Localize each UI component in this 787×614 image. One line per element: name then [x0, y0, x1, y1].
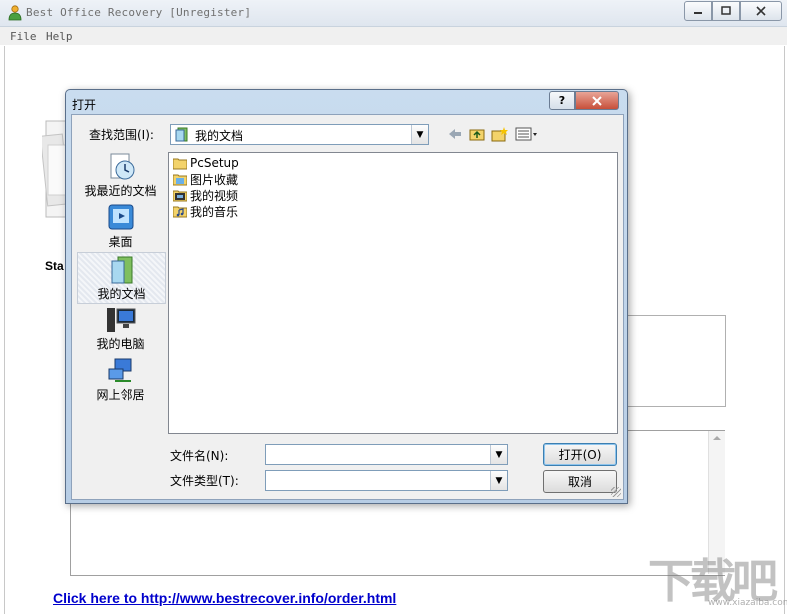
close-icon [756, 6, 766, 16]
place-label: 网上邻居 [96, 388, 145, 402]
desktop-icon [108, 204, 134, 230]
view-list-icon [515, 127, 537, 141]
watermark-url: www.xiazaiba.com [708, 598, 787, 608]
file-name: 我的视频 [190, 188, 239, 203]
dialog-help-button[interactable]: ? [549, 91, 575, 110]
open-file-dialog: 打开 ? 查找范围(I): 我的文档 ▼ 我最近的文档 桌面 我的文档 我的电脑… [65, 89, 628, 504]
dialog-title: 打开 [72, 98, 97, 112]
places-bar: 我最近的文档 桌面 我的文档 我的电脑 网上邻居 [77, 150, 166, 415]
app-user-icon [8, 5, 22, 21]
close-icon [592, 95, 602, 106]
lookin-label: 查找范围(I): [89, 128, 154, 142]
place-my-documents[interactable]: 我的文档 [77, 252, 166, 304]
list-item[interactable]: PcSetup [173, 155, 239, 171]
view-menu-button[interactable] [514, 126, 540, 142]
recent-documents-icon [110, 153, 135, 180]
place-my-computer[interactable]: 我的电脑 [77, 303, 164, 353]
chevron-down-icon: ▼ [490, 445, 507, 464]
maximize-button[interactable] [712, 1, 740, 21]
dialog-close-button[interactable] [575, 91, 619, 110]
open-button[interactable]: 打开(O) [543, 443, 617, 466]
filename-label: 文件名(N): [170, 449, 229, 463]
music-folder-icon [173, 206, 187, 217]
window-title: Best Office Recovery [Unregister] [26, 6, 252, 19]
my-documents-icon [111, 256, 133, 284]
file-name: 我的音乐 [190, 204, 239, 219]
folder-icon [173, 158, 187, 169]
up-folder-button[interactable] [468, 126, 486, 142]
main-titlebar: Best Office Recovery [Unregister] [0, 0, 787, 27]
resize-grip[interactable] [611, 487, 621, 497]
background-panel [624, 315, 726, 407]
lookin-value: 我的文档 [195, 129, 244, 143]
place-label: 我的电脑 [96, 337, 145, 351]
network-places-icon [108, 358, 132, 382]
my-computer-icon [107, 308, 136, 332]
list-item[interactable]: 图片收藏 [173, 171, 238, 187]
maximize-icon [721, 6, 731, 15]
list-item[interactable]: 我的视频 [173, 187, 238, 203]
filetype-select[interactable]: ▼ [265, 470, 508, 491]
place-label: 桌面 [108, 235, 133, 249]
file-name: PcSetup [190, 156, 239, 170]
filetype-label: 文件类型(T): [170, 474, 239, 488]
new-folder-button[interactable] [491, 126, 509, 142]
file-list[interactable]: PcSetup 图片收藏 我的视频 我的音乐 [168, 152, 618, 434]
file-name: 图片收藏 [190, 172, 239, 187]
chevron-down-icon: ▼ [411, 125, 428, 144]
place-network[interactable]: 网上邻居 [77, 354, 164, 404]
place-recent[interactable]: 我最近的文档 [77, 150, 164, 200]
start-label: Sta [45, 259, 64, 273]
cancel-button[interactable]: 取消 [543, 470, 617, 493]
menu-file[interactable]: File [10, 30, 37, 43]
list-item[interactable]: 我的音乐 [173, 203, 238, 219]
new-folder-icon [491, 127, 508, 142]
menu-bar: File Help [0, 27, 787, 45]
back-button[interactable] [446, 126, 464, 142]
place-desktop[interactable]: 桌面 [77, 201, 164, 251]
filename-input[interactable]: ▼ [265, 444, 508, 465]
my-documents-small-icon [175, 127, 188, 142]
videos-folder-icon [173, 190, 187, 201]
place-label: 我的文档 [97, 287, 146, 301]
minimize-icon [694, 12, 702, 14]
place-label: 我最近的文档 [84, 184, 157, 198]
chevron-down-icon: ▼ [490, 471, 507, 490]
up-folder-icon [469, 129, 485, 141]
minimize-button[interactable] [684, 1, 712, 21]
dialog-body: 查找范围(I): 我的文档 ▼ 我最近的文档 桌面 我的文档 我的电脑 网上邻居… [71, 114, 624, 500]
help-icon: ? [558, 94, 566, 107]
lookin-select[interactable]: 我的文档 ▼ [170, 124, 429, 145]
menu-help[interactable]: Help [46, 30, 73, 43]
scroll-up-icon [713, 436, 721, 440]
order-link[interactable]: Click here to http://www.bestrecover.inf… [53, 590, 396, 606]
back-arrow-icon [449, 129, 461, 139]
close-window-button[interactable] [740, 1, 782, 21]
pictures-folder-icon [173, 174, 187, 185]
